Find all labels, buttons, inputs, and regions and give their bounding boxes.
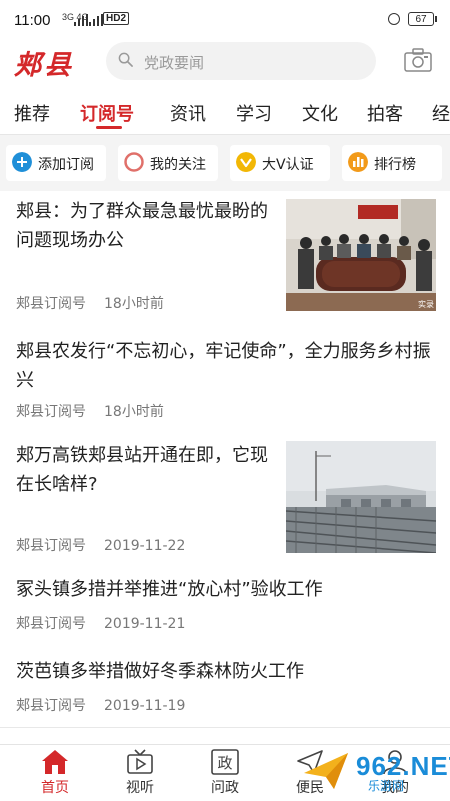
article-title-line: 问题现场办公 <box>16 230 124 251</box>
bar-chart-icon <box>348 152 368 172</box>
app-header: 郏县 党政要闻 <box>0 40 450 86</box>
plus-circle-icon <box>12 152 32 172</box>
my-follows-button[interactable]: 我的关注 <box>118 145 218 181</box>
search-bar[interactable]: 党政要闻 <box>106 42 376 80</box>
big-v-certification-button[interactable]: 大V认证 <box>230 145 330 181</box>
article-title-line: 冢头镇多措并举推进“放心村”验收工作 <box>16 579 323 600</box>
watermark-logo-icon <box>304 753 348 789</box>
battery-icon: 67 <box>408 12 437 26</box>
search-placeholder: 党政要闻 <box>144 54 205 72</box>
zheng-icon: 政 <box>211 749 239 775</box>
article-time: 2019-11-19 <box>104 698 186 714</box>
article-card[interactable]: 茨芭镇多举措做好冬季森林防火工作 郏县订阅号 2019-11-19 <box>0 645 450 728</box>
hd-badge: HD2 <box>103 12 130 25</box>
nav-inquiry[interactable]: 政 问政 <box>180 745 270 801</box>
article-card[interactable]: 冢头镇多措并举推进“放心村”验收工作 郏县订阅号 2019-11-21 <box>0 567 450 646</box>
article-title-line: 郏县农发行“不忘初心，牢记使命”，全力服务乡村振 <box>16 341 431 362</box>
article-meta: 郏县订阅号 18小时前 <box>16 293 164 313</box>
meeting-photo: 实录 <box>286 199 436 311</box>
zheng-glyph: 政 <box>217 754 232 772</box>
tab-news[interactable]: 资讯 <box>170 100 206 126</box>
add-subscription-button[interactable]: 添加订阅 <box>6 145 106 181</box>
tab-recommend[interactable]: 推荐 <box>14 100 50 126</box>
article-title-line: 茨芭镇多举措做好冬季森林防火工作 <box>16 661 304 682</box>
article-meta: 郏县订阅号 18小时前 <box>16 401 164 421</box>
tv-icon <box>127 749 153 774</box>
article-time: 18小时前 <box>104 404 164 420</box>
leaderboard-label: 排行榜 <box>374 157 416 173</box>
nav-home[interactable]: 首页 <box>10 745 100 801</box>
signal-icon <box>74 14 88 26</box>
article-source: 郏县订阅号 <box>16 404 86 420</box>
v-check-icon <box>236 152 256 172</box>
my-follows-label: 我的关注 <box>150 157 206 173</box>
tab-culture[interactable]: 文化 <box>302 100 338 126</box>
app-logo: 郏县 <box>14 50 74 81</box>
quick-actions-bar: 添加订阅 我的关注 大V认证 排行榜 <box>0 135 450 191</box>
nav-media[interactable]: 视听 <box>95 745 185 801</box>
article-card[interactable]: 郏县：为了群众最急最忧最盼的 问题现场办公 郏县订阅号 18小时前 实录 <box>0 191 450 326</box>
nav-inquiry-label: 问政 <box>211 780 239 796</box>
article-time: 2019-11-21 <box>104 616 186 632</box>
nav-home-label: 首页 <box>41 780 69 796</box>
add-subscription-label: 添加订阅 <box>38 157 94 173</box>
article-title-line: 在长啥样? <box>16 474 98 495</box>
article-meta: 郏县订阅号 2019-11-19 <box>16 695 185 715</box>
article-title-line: 郏万高铁郏县站开通在即，它现 <box>16 445 268 466</box>
article-meta: 郏县订阅号 2019-11-22 <box>16 535 185 555</box>
active-tab-indicator <box>96 126 122 129</box>
alarm-icon <box>388 13 400 25</box>
status-time: 11:00 <box>14 12 51 29</box>
big-v-label: 大V认证 <box>262 157 314 173</box>
article-card[interactable]: 郏县农发行“不忘初心，牢记使命”，全力服务乡村振 兴 郏县订阅号 18小时前 <box>0 325 450 432</box>
article-title-line: 郏县：为了群众最急最忧最盼的 <box>16 201 268 222</box>
tab-photographer[interactable]: 拍客 <box>367 100 403 126</box>
article-title-line: 兴 <box>16 370 34 391</box>
tab-economy[interactable]: 经 <box>432 100 450 126</box>
status-bar: 11:00 3G 4G HD2 67 <box>0 0 450 40</box>
article-thumbnail[interactable] <box>286 441 436 553</box>
thumbnail-label: 实录 <box>418 299 434 309</box>
article-source: 郏县订阅号 <box>16 616 86 632</box>
search-icon <box>118 52 133 67</box>
category-tabs: 推荐 订阅号 资讯 学习 文化 拍客 经 <box>0 88 450 135</box>
article-source: 郏县订阅号 <box>16 296 86 312</box>
article-meta: 郏县订阅号 2019-11-21 <box>16 613 185 633</box>
tab-study[interactable]: 学习 <box>236 100 272 126</box>
article-time: 2019-11-22 <box>104 538 186 554</box>
article-source: 郏县订阅号 <box>16 698 86 714</box>
camera-icon[interactable] <box>404 48 432 72</box>
station-photo <box>286 441 436 553</box>
leaderboard-button[interactable]: 排行榜 <box>342 145 442 181</box>
site-watermark: 962.NET 乐游网 <box>298 745 450 797</box>
watermark-subtext: 乐游网 <box>368 779 405 793</box>
signal-icon-2 <box>89 14 103 26</box>
nav-media-label: 视听 <box>126 780 154 796</box>
article-source: 郏县订阅号 <box>16 538 86 554</box>
tab-subscriptions[interactable]: 订阅号 <box>80 100 134 126</box>
article-time: 18小时前 <box>104 296 164 312</box>
article-thumbnail[interactable]: 实录 <box>286 199 436 311</box>
circle-outline-icon <box>124 152 144 172</box>
home-icon <box>42 750 68 774</box>
article-card[interactable]: 郏万高铁郏县站开通在即，它现 在长啥样? 郏县订阅号 2019-11-22 <box>0 431 450 568</box>
